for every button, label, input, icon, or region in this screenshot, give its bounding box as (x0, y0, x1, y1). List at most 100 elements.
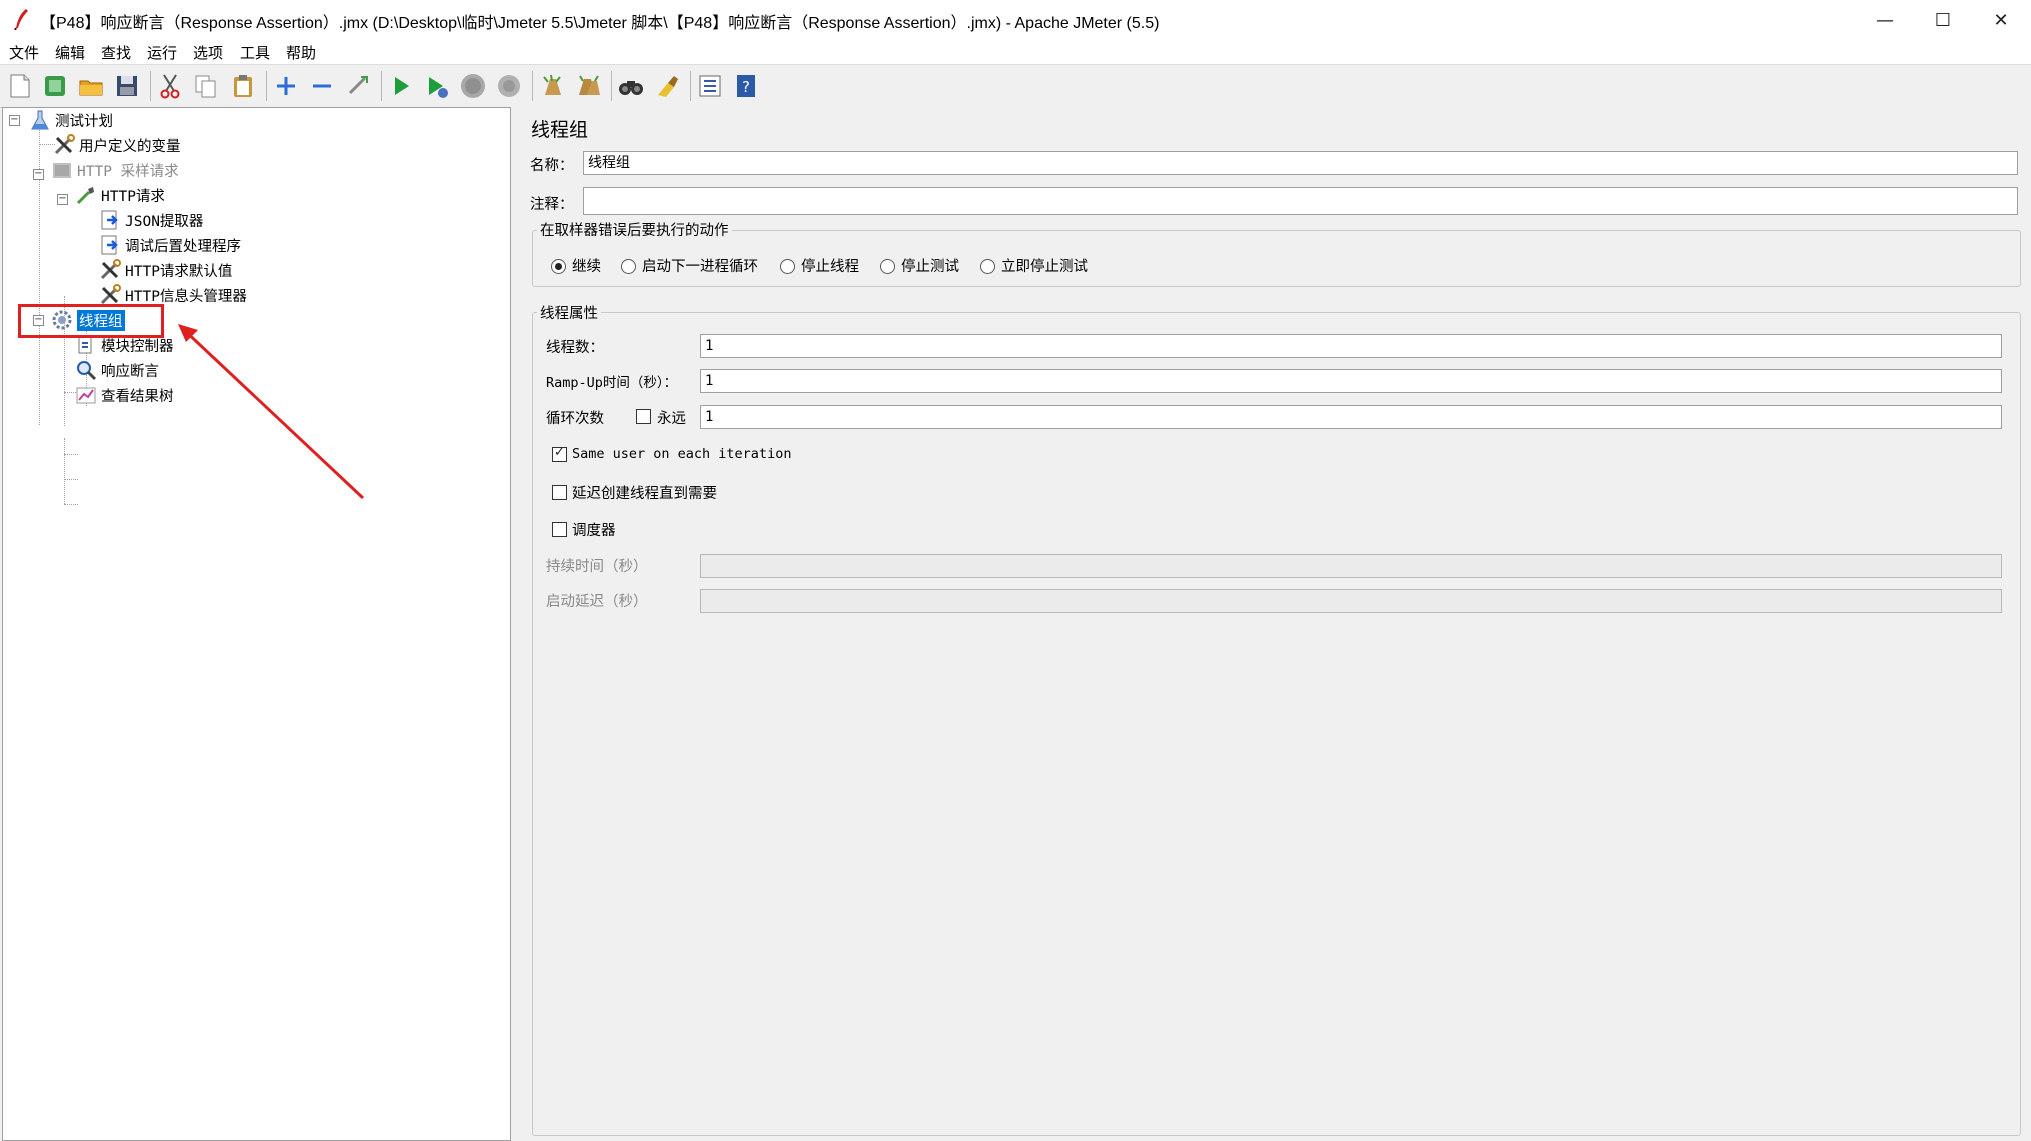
toolbar-separator (611, 71, 612, 101)
threads-label: 线程数： (546, 340, 604, 356)
copy-icon[interactable] (191, 71, 221, 101)
threads-field[interactable]: 1 (700, 334, 2002, 358)
tree-node-user-defined-variables[interactable]: 用户定义的变量 (53, 133, 181, 157)
radio-stop-test[interactable] (880, 259, 895, 274)
tools-icon (53, 134, 75, 156)
paste-icon[interactable] (228, 71, 258, 101)
same-user-checkbox[interactable] (552, 445, 567, 462)
startup-delay-label: 启动延迟（秒） (546, 594, 648, 610)
name-label: 名称： (530, 158, 574, 174)
rampup-field[interactable]: 1 (700, 369, 2002, 393)
radio-continue-label[interactable]: 继续 (572, 255, 601, 276)
toolbar-separator (266, 71, 267, 101)
tree-connector (64, 479, 78, 480)
search-icon[interactable] (616, 71, 646, 101)
loop-count-field[interactable]: 1 (700, 405, 2002, 429)
radio-stop-thread[interactable] (780, 259, 795, 274)
start-icon[interactable] (386, 71, 416, 101)
clear-all-icon[interactable] (573, 71, 603, 101)
panel-title: 线程组 (531, 119, 589, 141)
minimize-icon: — (1876, 9, 1894, 31)
results-tree-icon (75, 384, 97, 406)
radio-continue[interactable] (551, 259, 566, 274)
scheduler-label[interactable]: 调度器 (572, 519, 616, 540)
open-icon[interactable] (76, 71, 106, 101)
menu-search[interactable]: 查找 (101, 42, 131, 63)
error-action-title: 在取样器错误后要执行的动作 (537, 219, 732, 240)
cut-icon[interactable] (155, 71, 185, 101)
tree-connector (64, 504, 78, 505)
menu-options[interactable]: 选项 (193, 42, 223, 63)
radio-stop-test-now[interactable] (980, 259, 995, 274)
delay-thread-creation-checkbox[interactable] (552, 485, 567, 500)
thread-properties-title: 线程属性 (537, 302, 601, 323)
help-icon[interactable]: ? (731, 71, 761, 101)
magnifier-icon (75, 359, 97, 381)
menu-tools[interactable]: 工具 (240, 42, 270, 63)
forever-checkbox[interactable] (636, 409, 651, 424)
tree-node-debug-postprocessor[interactable]: 调试后置处理程序 (99, 233, 241, 257)
function-helper-icon[interactable] (695, 71, 725, 101)
close-button[interactable]: ✕ (1972, 0, 2030, 40)
tools-icon (99, 259, 121, 281)
save-icon[interactable] (112, 71, 142, 101)
forever-label[interactable]: 永远 (657, 407, 686, 428)
maximize-button[interactable]: ☐ (1914, 0, 1972, 40)
same-user-label[interactable]: Same user on each iteration (572, 446, 791, 462)
tree-node-http-request[interactable]: HTTP请求 (75, 183, 165, 207)
thread-group-panel: 线程组 名称： 线程组 注释： 在取样器错误后要执行的动作 继续 启动下一进程循… (517, 107, 2031, 1141)
rampup-label: Ramp-Up时间（秒）： (546, 375, 678, 391)
toolbar-separator (532, 71, 533, 101)
post-processor-icon (99, 234, 121, 256)
radio-stop-test-label[interactable]: 停止测试 (901, 255, 959, 276)
collapse-toggle[interactable]: − (57, 194, 68, 205)
start-no-pauses-icon[interactable] (422, 71, 452, 101)
menu-run[interactable]: 运行 (147, 42, 177, 63)
radio-start-next-loop-label[interactable]: 启动下一进程循环 (642, 255, 758, 276)
title-bar: 【P48】响应断言（Response Assertion）.jmx (D:\De… (0, 0, 2031, 40)
duration-field[interactable] (700, 554, 2002, 578)
expand-icon[interactable] (271, 71, 301, 101)
scheduler-checkbox[interactable] (552, 522, 567, 537)
menu-help[interactable]: 帮助 (286, 42, 316, 63)
shutdown-icon[interactable] (494, 71, 524, 101)
templates-icon[interactable] (40, 71, 70, 101)
tree-node-http-request-defaults[interactable]: HTTP请求默认值 (99, 258, 232, 282)
collapse-toggle[interactable]: − (9, 115, 20, 126)
tree-node-response-assertion[interactable]: 响应断言 (75, 358, 159, 382)
thread-properties-group (532, 312, 2021, 1136)
startup-delay-field[interactable] (700, 589, 2002, 613)
toolbar-separator (150, 71, 151, 101)
reset-search-icon[interactable] (652, 71, 682, 101)
stop-icon[interactable] (458, 71, 488, 101)
toggle-icon[interactable] (343, 71, 373, 101)
toolbar-separator (381, 71, 382, 101)
comment-label: 注释： (530, 197, 574, 213)
new-icon[interactable] (5, 71, 35, 101)
menu-file[interactable]: 文件 (9, 42, 39, 63)
tree-node-json-extractor[interactable]: JSON提取器 (99, 208, 203, 232)
minimize-button[interactable]: — (1856, 0, 1914, 40)
loop-count-label: 循环次数 (546, 411, 604, 427)
clear-icon[interactable] (537, 71, 567, 101)
toolbar-separator (690, 71, 691, 101)
delay-thread-creation-label[interactable]: 延迟创建线程直到需要 (572, 482, 717, 503)
tree-node-view-results-tree[interactable]: 查看结果树 (75, 383, 174, 407)
radio-start-next-loop[interactable] (621, 259, 636, 274)
collapse-toggle[interactable]: − (33, 169, 44, 180)
tree-connector (64, 438, 65, 504)
collapse-icon[interactable] (307, 71, 337, 101)
radio-stop-test-now-label[interactable]: 立即停止测试 (1001, 255, 1088, 276)
tree-node-http-sampler-group[interactable]: HTTP 采样请求 (51, 158, 179, 182)
radio-stop-thread-label[interactable]: 停止线程 (801, 255, 859, 276)
window-title: 【P48】响应断言（Response Assertion）.jmx (D:\De… (40, 15, 1160, 32)
test-plan-icon (29, 109, 51, 131)
tree-node-test-plan[interactable]: 测试计划 (29, 108, 113, 132)
name-field[interactable]: 线程组 (583, 151, 2018, 175)
disabled-sampler-icon (51, 159, 73, 181)
comment-field[interactable] (583, 187, 2018, 215)
duration-label: 持续时间（秒） (546, 559, 648, 575)
annotation-arrow (178, 324, 365, 500)
menu-edit[interactable]: 编辑 (55, 42, 85, 63)
svg-text:?: ? (742, 78, 750, 96)
